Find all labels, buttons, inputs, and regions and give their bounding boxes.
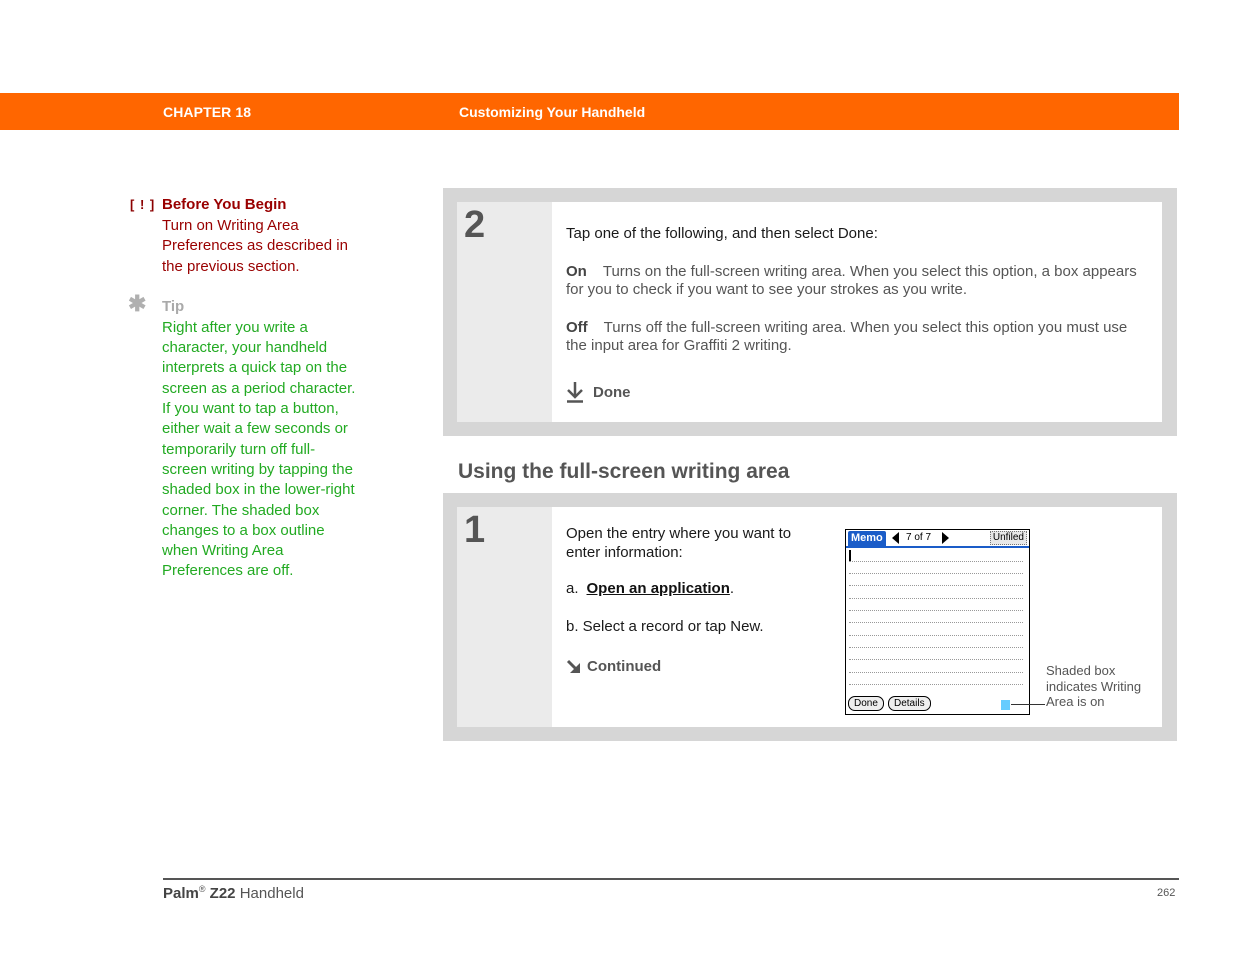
palm-details-button: Details — [888, 696, 931, 711]
before-you-begin-heading: [ ! ] Before You Begin — [128, 195, 358, 215]
ruled-line — [849, 561, 1023, 562]
option-description: Turns on the full-screen writing area. W… — [566, 263, 1137, 298]
substep-a-suffix: . — [729, 580, 735, 597]
option-on: On Turns on the full-screen writing area.… — [566, 263, 1146, 299]
ruled-line — [849, 585, 1023, 586]
done-indicator: Done — [566, 381, 631, 403]
record-count: 7 of 7 — [906, 532, 932, 543]
step-number: 2 — [464, 204, 486, 246]
exclamation-icon: [ ! ] — [130, 197, 156, 212]
ruled-line — [849, 684, 1023, 685]
tip-text: Right after you write a character, your … — [162, 318, 356, 580]
handheld-screen-illustration: Memo 7 of 7 Unfiled Done Details — [845, 529, 1030, 715]
writing-area-shaded-box — [1001, 700, 1010, 710]
left-arrow-icon — [892, 532, 899, 544]
continued-label: Continued — [587, 658, 662, 675]
before-you-begin-text: Turn on Writing Area Preferences as desc… — [162, 217, 348, 275]
chapter-label: CHAPTER 18 — [163, 104, 252, 120]
sidebar: [ ! ] Before You Begin Turn on Writing A… — [128, 195, 358, 582]
step-2-panel: 2 Tap one of the following, and then sel… — [443, 188, 1177, 436]
text-cursor — [849, 550, 851, 561]
option-key: Off — [566, 319, 588, 336]
callout-leader-line — [1011, 704, 1045, 705]
section-title: Using the full-screen writing area — [458, 460, 790, 483]
ruled-line — [849, 598, 1023, 599]
option-key: On — [566, 263, 587, 280]
tip-heading: ✱ Tip — [128, 290, 358, 317]
footer-rule — [163, 878, 1179, 880]
step-2-instruction: Tap one of the following, and then selec… — [566, 225, 878, 242]
ruled-line — [849, 635, 1023, 636]
app-name: Memo — [848, 531, 886, 546]
done-label: Done — [593, 383, 631, 401]
asterisk-icon: ✱ — [128, 290, 147, 316]
ruled-line — [849, 647, 1023, 648]
step-2-content: Tap one of the following, and then selec… — [566, 202, 1162, 422]
down-arrow-icon — [567, 382, 583, 403]
substep-b: b. Select a record or tap New. — [566, 618, 764, 635]
right-arrow-icon — [942, 532, 949, 544]
before-you-begin-title: Before You Begin — [162, 196, 287, 213]
palm-done-button: Done — [848, 696, 884, 711]
step-number: 1 — [464, 509, 486, 551]
chapter-title: Customizing Your Handheld — [459, 104, 646, 120]
diagonal-arrow-icon — [566, 659, 580, 673]
ruled-line — [849, 659, 1023, 660]
ruled-line — [849, 573, 1023, 574]
brand-name: Palm — [163, 885, 199, 902]
step-2-body: 2 Tap one of the following, and then sel… — [457, 202, 1162, 422]
category-selector: Unfiled — [989, 531, 1027, 545]
registered-mark: ® — [198, 884, 206, 894]
substep-a: a. Open an application. — [566, 580, 734, 597]
substep-a-prefix: a. — [566, 580, 579, 597]
option-description: Turns off the full-screen writing area. … — [566, 319, 1128, 354]
product-type: Handheld — [239, 885, 304, 902]
ruled-line — [849, 672, 1023, 673]
tip-title: Tip — [162, 297, 185, 315]
page-number: 262 — [1157, 887, 1176, 899]
open-application-link[interactable]: Open an application — [587, 580, 730, 597]
option-off: Off Turns off the full-screen writing are… — [566, 319, 1146, 355]
step-number-column: 1 — [457, 507, 552, 727]
ruled-line — [849, 610, 1023, 611]
memo-title-bar: Memo 7 of 7 Unfiled — [846, 530, 1029, 548]
step-1-instruction: Open the entry where you want to enter i… — [566, 525, 792, 561]
callout-text: Shaded box indicates Writing Area is on — [1046, 663, 1142, 709]
model-name: Z22 — [209, 885, 236, 902]
continued-indicator: Continued — [566, 658, 661, 675]
footer-product: Palm® Z22 Handheld — [163, 884, 304, 902]
step-number-column: 2 — [457, 202, 552, 422]
ruled-line — [849, 622, 1023, 623]
